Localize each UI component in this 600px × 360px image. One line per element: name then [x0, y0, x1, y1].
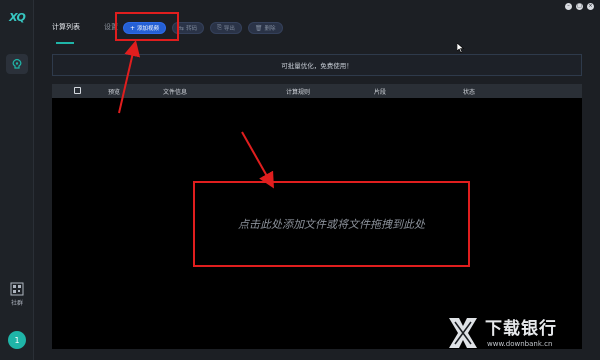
app-logo: XQ — [6, 10, 28, 24]
tab-calc-list[interactable]: 计算列表 — [50, 18, 88, 44]
export-icon: ⎘ — [217, 24, 222, 31]
column-status: 状态 — [463, 89, 476, 96]
maximize-icon[interactable]: □ — [576, 3, 583, 10]
watermark-logo-icon — [449, 318, 477, 348]
file-table[interactable]: 预览 文件信息 计算规则 片段 状态 点击此处添加文件或将文件拖拽到此处 — [52, 84, 582, 349]
watermark: 下载银行 www.downbank.cn — [445, 312, 590, 357]
mouse-cursor-icon — [457, 43, 465, 53]
column-preview: 预览 — [108, 89, 121, 96]
convert-icon: ⇆ — [179, 24, 185, 32]
community-button[interactable]: 社群 — [4, 282, 30, 310]
sidebar: XQ 社群 1 — [0, 0, 34, 360]
qr-community-icon — [10, 282, 24, 296]
column-segment: 片段 — [374, 89, 387, 96]
watermark-url: www.downbank.cn — [487, 340, 553, 348]
brain-icon — [12, 58, 22, 69]
transcode-label: 转码 — [186, 26, 198, 32]
select-all-checkbox[interactable] — [74, 87, 81, 94]
delete-label: 删除 — [264, 26, 276, 32]
delete-button[interactable]: 🗑 删除 — [247, 22, 283, 34]
window-controls: – □ × — [565, 3, 594, 10]
column-file-info: 文件信息 — [163, 89, 188, 96]
app-logo-text: XQ — [9, 10, 26, 24]
watermark-title: 下载银行 — [485, 319, 557, 339]
export-button[interactable]: ⎘ 导出 — [210, 22, 242, 34]
dropzone-text: 点击此处添加文件或将文件拖拽到此处 — [238, 218, 425, 231]
community-label: 社群 — [10, 300, 23, 307]
close-icon[interactable]: × — [587, 3, 594, 10]
notice-banner: 可批量优化，免费使用！ — [52, 54, 582, 76]
brain-button[interactable] — [6, 54, 28, 74]
annotation-box-add-button — [115, 12, 179, 41]
dropzone[interactable]: 点击此处添加文件或将文件拖拽到此处 — [193, 181, 470, 267]
export-label: 导出 — [223, 26, 235, 32]
trash-icon: 🗑 — [254, 24, 263, 32]
user-avatar[interactable]: 1 — [8, 331, 26, 349]
column-calc-rule: 计算规则 — [286, 89, 311, 96]
table-header: 预览 文件信息 计算规则 片段 状态 — [52, 84, 582, 98]
minimize-icon[interactable]: – — [565, 3, 572, 10]
